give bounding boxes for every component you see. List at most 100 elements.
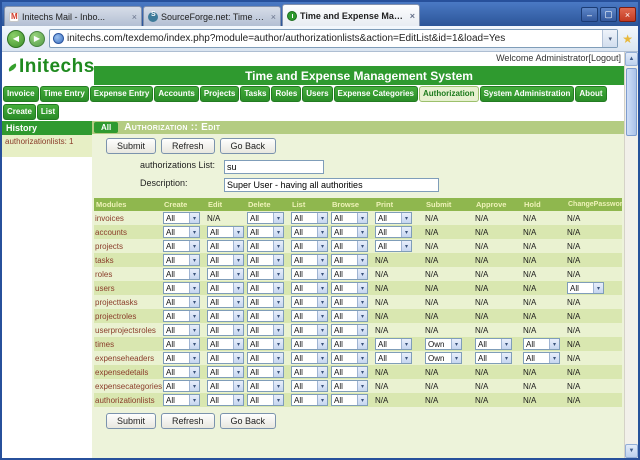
action-item[interactable]: List <box>36 104 60 120</box>
permission-select[interactable]: All ▾ <box>475 352 512 364</box>
form-button[interactable]: Submit <box>106 413 157 429</box>
permission-select[interactable]: All ▾ <box>291 352 328 364</box>
menu-item[interactable]: Tasks <box>240 86 271 102</box>
permission-select[interactable]: All ▾ <box>207 394 244 406</box>
permission-select[interactable]: All ▾ <box>523 338 560 350</box>
menu-item[interactable]: Expense Categories <box>333 86 419 102</box>
scrollbar-thumb[interactable] <box>626 68 637 136</box>
all-button[interactable]: All <box>94 122 119 133</box>
menu-item[interactable]: Roles <box>271 86 302 102</box>
menu-item[interactable]: Users <box>302 86 333 102</box>
permission-select[interactable]: All ▾ <box>207 352 244 364</box>
form-button[interactable]: Refresh <box>161 138 215 154</box>
permission-select[interactable]: All ▾ <box>247 296 284 308</box>
permission-select[interactable]: All ▾ <box>331 226 368 238</box>
scroll-down-icon[interactable]: ▼ <box>625 444 638 458</box>
scrollbar[interactable]: ▲ ▼ <box>624 52 638 458</box>
permission-select[interactable]: All ▾ <box>331 296 368 308</box>
permission-select[interactable]: All ▾ <box>163 380 200 392</box>
permission-select[interactable]: All ▾ <box>331 380 368 392</box>
permission-select[interactable]: All ▾ <box>247 226 284 238</box>
browser-tab[interactable]: Time and Expense Manage... × <box>282 4 420 26</box>
permission-select[interactable]: All ▾ <box>375 212 412 224</box>
permission-select[interactable]: All ▾ <box>291 310 328 322</box>
form-button[interactable]: Submit <box>106 138 157 154</box>
permission-select[interactable]: Own ▾ <box>425 338 462 350</box>
permission-select[interactable]: All ▾ <box>291 366 328 378</box>
url-bar[interactable]: initechs.com/texdemo/index.php?module=au… <box>49 29 619 48</box>
permission-select[interactable]: All ▾ <box>291 380 328 392</box>
permission-select[interactable]: All ▾ <box>331 366 368 378</box>
tab-close-icon[interactable]: × <box>410 11 415 21</box>
permission-select[interactable]: All ▾ <box>291 296 328 308</box>
permission-select[interactable]: All ▾ <box>523 352 560 364</box>
form-button[interactable]: Refresh <box>161 413 215 429</box>
menu-item[interactable]: Projects <box>199 86 240 102</box>
permission-select[interactable]: All ▾ <box>163 296 200 308</box>
permission-select[interactable]: All ▾ <box>375 240 412 252</box>
menu-item[interactable]: Invoice <box>3 86 39 102</box>
menu-item[interactable]: Time Entry <box>39 86 89 102</box>
description-input[interactable] <box>224 178 439 192</box>
scrollbar-track[interactable] <box>625 66 638 444</box>
menu-item[interactable]: About <box>575 86 607 102</box>
bookmark-star-icon[interactable]: ★ <box>622 32 633 46</box>
permission-select[interactable]: All ▾ <box>163 352 200 364</box>
permission-select[interactable]: All ▾ <box>331 212 368 224</box>
permission-select[interactable]: All ▾ <box>163 240 200 252</box>
menu-item[interactable]: Expense Entry <box>89 86 154 102</box>
permission-select[interactable]: All ▾ <box>207 324 244 336</box>
permission-select[interactable]: All ▾ <box>291 268 328 280</box>
forward-button[interactable]: ▶ <box>29 30 45 47</box>
permission-select[interactable]: All ▾ <box>331 310 368 322</box>
permission-select[interactable]: All ▾ <box>207 254 244 266</box>
minimize-button[interactable]: – <box>581 7 598 22</box>
permission-select[interactable]: All ▾ <box>207 226 244 238</box>
permission-select[interactable]: All ▾ <box>331 240 368 252</box>
permission-select[interactable]: All ▾ <box>247 338 284 350</box>
permission-select[interactable]: All ▾ <box>163 282 200 294</box>
permission-select[interactable]: All ▾ <box>291 394 328 406</box>
menu-item[interactable]: Authorization <box>419 86 479 102</box>
permission-select[interactable]: All ▾ <box>331 394 368 406</box>
permission-select[interactable]: All ▾ <box>247 240 284 252</box>
permission-select[interactable]: All ▾ <box>247 394 284 406</box>
permission-select[interactable]: All ▾ <box>247 366 284 378</box>
permission-select[interactable]: All ▾ <box>163 394 200 406</box>
permission-select[interactable]: All ▾ <box>247 254 284 266</box>
permission-select[interactable]: All ▾ <box>247 212 284 224</box>
permission-select[interactable]: All ▾ <box>291 226 328 238</box>
permission-select[interactable]: All ▾ <box>207 338 244 350</box>
permission-select[interactable]: All ▾ <box>291 338 328 350</box>
permission-select[interactable]: All ▾ <box>291 324 328 336</box>
permission-select[interactable]: All ▾ <box>291 254 328 266</box>
permission-select[interactable]: All ▾ <box>475 338 512 350</box>
permission-select[interactable]: All ▾ <box>207 282 244 294</box>
permission-select[interactable]: All ▾ <box>163 366 200 378</box>
permission-select[interactable]: All ▾ <box>291 282 328 294</box>
history-entry-link[interactable]: authorizationlists: 1 <box>2 135 92 157</box>
permission-select[interactable]: All ▾ <box>375 226 412 238</box>
permission-select[interactable]: All ▾ <box>375 352 412 364</box>
permission-select[interactable]: All ▾ <box>207 240 244 252</box>
permission-select[interactable]: All ▾ <box>247 310 284 322</box>
tab-close-icon[interactable]: × <box>132 12 137 22</box>
permission-select[interactable]: All ▾ <box>247 282 284 294</box>
permission-select[interactable]: All ▾ <box>163 268 200 280</box>
permission-select[interactable]: All ▾ <box>247 324 284 336</box>
browser-tab[interactable]: Initechs Mail - Inbo... × <box>4 6 142 26</box>
authorizations-list-input[interactable] <box>224 160 324 174</box>
menu-item[interactable]: Accounts <box>154 86 199 102</box>
permission-select[interactable]: All ▾ <box>375 338 412 350</box>
close-button[interactable]: × <box>619 7 636 22</box>
permission-select[interactable]: All ▾ <box>207 366 244 378</box>
back-button[interactable]: ◀ <box>7 29 25 48</box>
permission-select[interactable]: All ▾ <box>247 352 284 364</box>
menu-item[interactable]: System Administration <box>479 86 575 102</box>
permission-select[interactable]: All ▾ <box>163 212 200 224</box>
permission-select[interactable]: All ▾ <box>331 268 368 280</box>
permission-select[interactable]: All ▾ <box>291 240 328 252</box>
permission-select[interactable]: All ▾ <box>331 254 368 266</box>
logout-link[interactable]: [Logout] <box>588 53 621 63</box>
permission-select[interactable]: All ▾ <box>163 338 200 350</box>
